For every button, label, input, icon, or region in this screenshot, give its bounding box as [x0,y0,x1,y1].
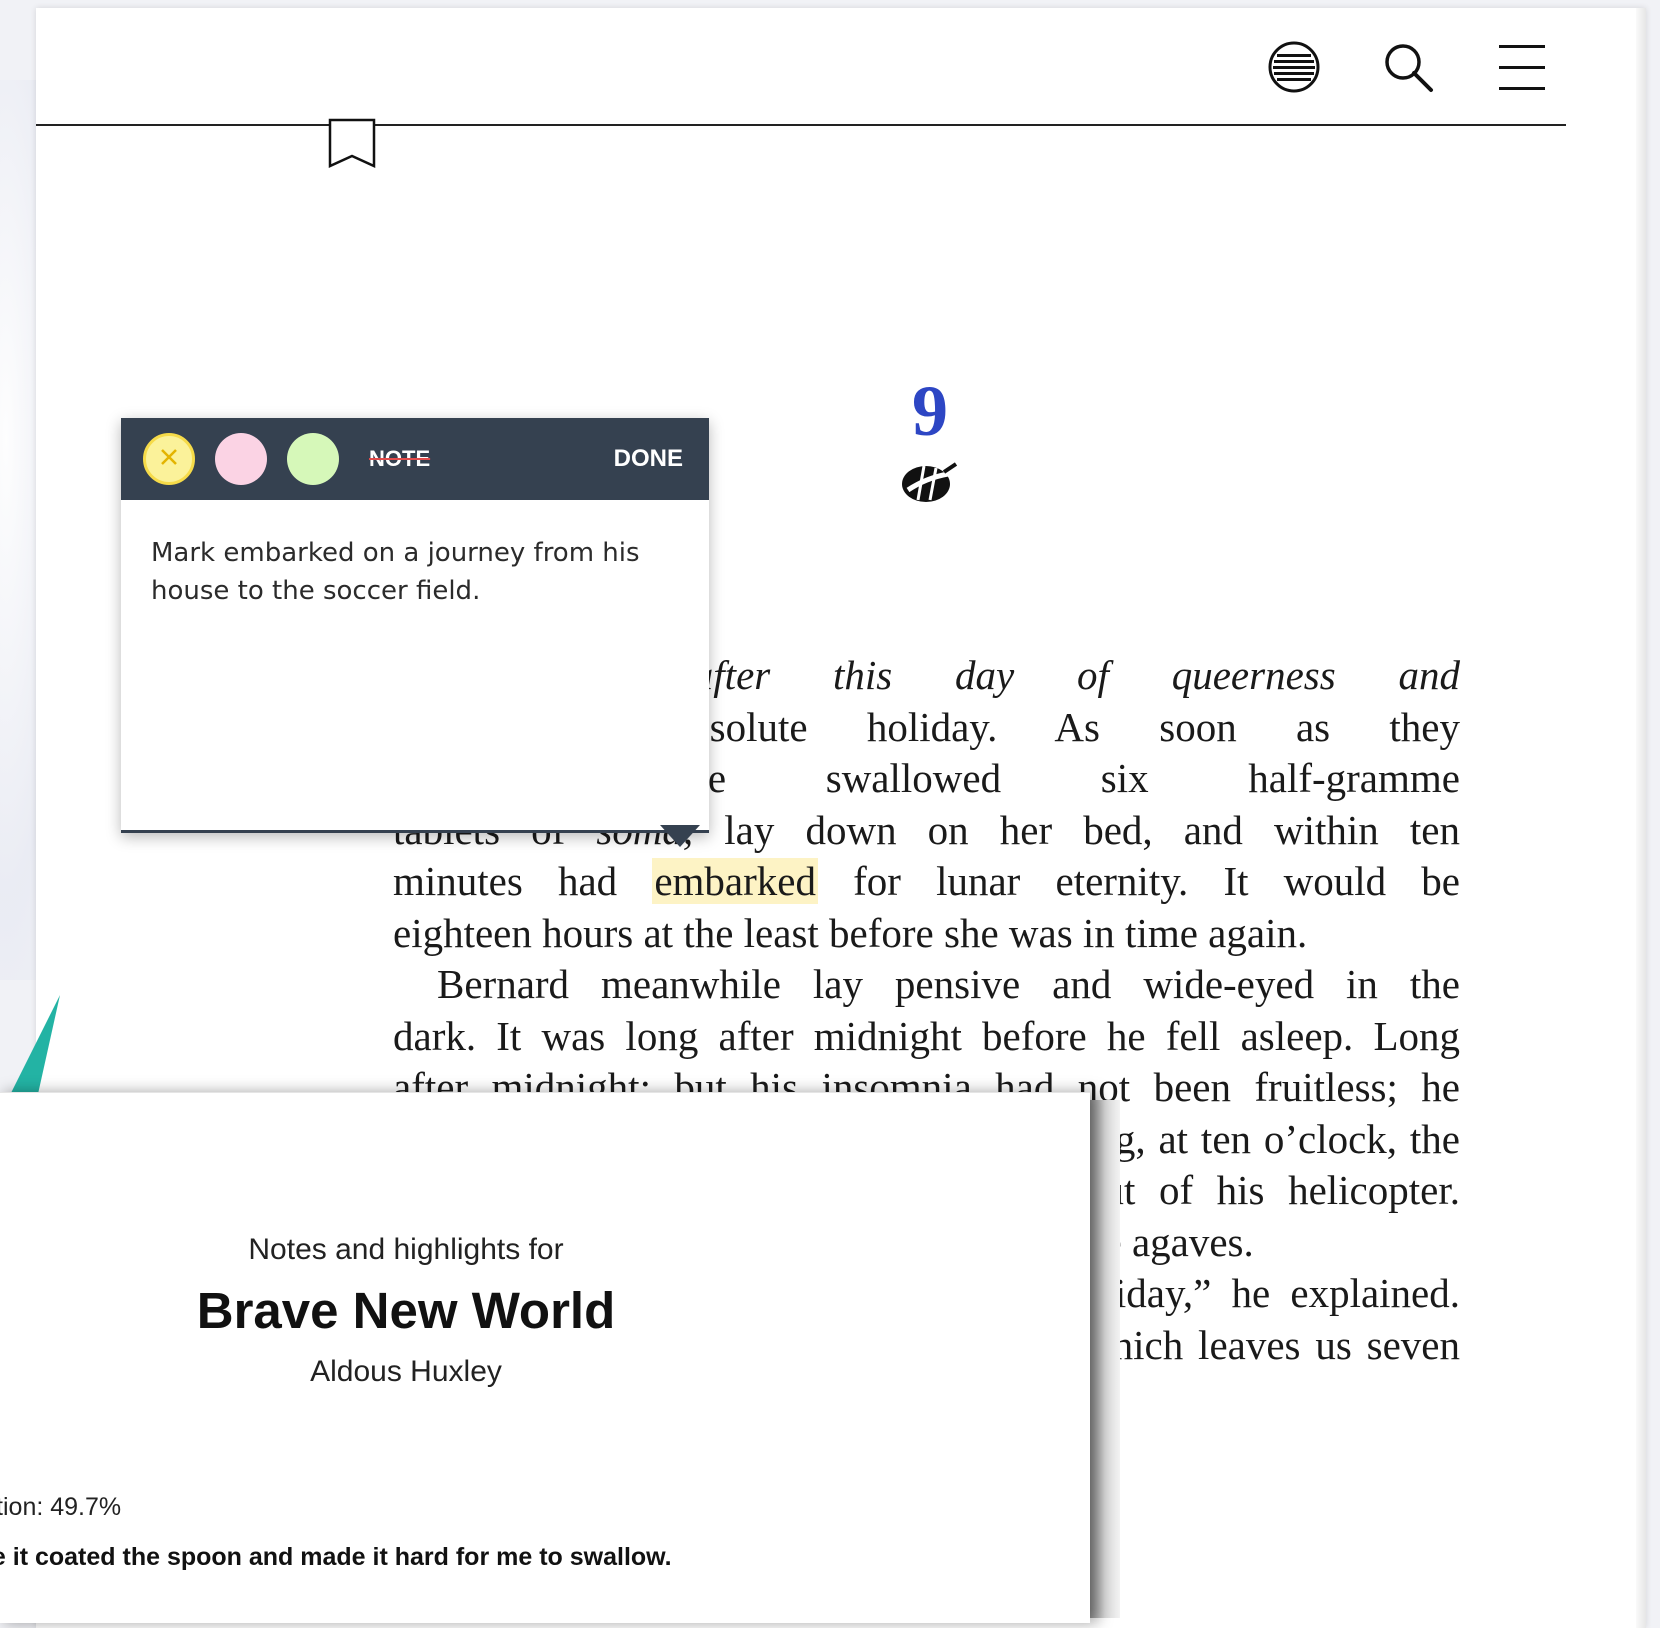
text-line: eighteen hours at the least before she w… [393,909,1308,956]
note-text[interactable]: Mark embarked on a journey from his hous… [121,500,709,644]
bookmark-icon[interactable] [328,118,378,175]
text-line: dark. It was long after midnight before … [393,1012,1460,1059]
note-quote: se it coated the spoon and made it hard … [0,1543,672,1571]
note-toolbar: NOTE DONE [121,418,709,500]
highlighted-word[interactable]: embarked [652,858,818,904]
card-shadow-edge [1090,1100,1120,1618]
chapter-ornament-icon [896,460,960,509]
header-divider [36,124,1566,126]
yellow-swatch-selected[interactable] [143,433,195,485]
notes-subtitle: Notes and highlights for [248,1233,564,1266]
text-line: minutes had embarked for lunar eternity.… [393,858,1460,904]
notes-card: Notes and highlights for Brave New World… [0,1092,1090,1623]
menu-icon[interactable] [1493,38,1551,96]
note-toggle[interactable]: NOTE [369,446,430,472]
note-popup: NOTE DONE Mark embarked on a journey fro… [121,418,709,833]
contents-icon[interactable] [1265,38,1323,96]
close-icon[interactable] [159,447,179,472]
search-icon[interactable] [1379,38,1437,96]
green-swatch[interactable] [287,433,339,485]
reader-toolbar [1265,38,1551,96]
pink-swatch[interactable] [215,433,267,485]
done-button[interactable]: DONE [614,445,683,473]
book-author: Aldous Huxley [310,1355,502,1388]
note-position: sition: 49.7% [0,1493,122,1521]
popup-pointer [660,825,700,854]
book-title: Brave New World [196,1282,616,1339]
page-edge [1636,8,1646,1628]
chapter-number: 9 [912,371,948,451]
text-line: Bernard meanwhile lay pensive and wide-e… [437,961,1460,1007]
